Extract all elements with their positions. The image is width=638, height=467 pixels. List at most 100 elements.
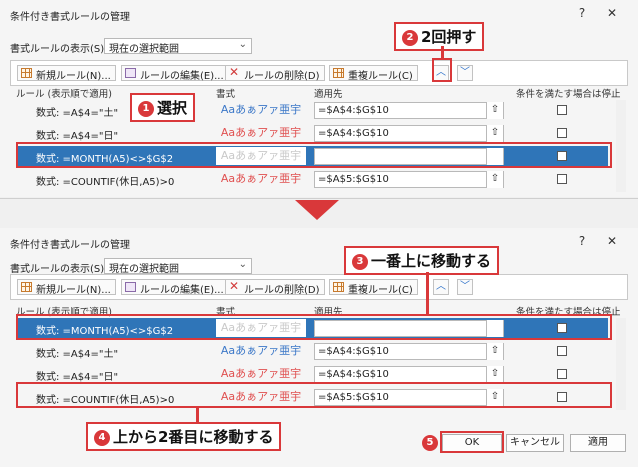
show-rules-select[interactable]: 現在の選択範囲 ⌄ (104, 258, 252, 275)
format-preview: Aaあぁアァ亜宇 (220, 172, 302, 185)
move-up-highlight (432, 58, 452, 82)
step2-badge: 2 (402, 29, 418, 46)
edit-rule-icon (125, 68, 136, 78)
applies-to-field[interactable]: =$A$4:$G$10 ⇧ (314, 366, 504, 383)
applies-to-field[interactable]: =$A$4:$G$10 ⇧ (314, 125, 504, 142)
duplicate-rule-icon (333, 68, 344, 78)
duplicate-rule-button[interactable]: 重複ルール(C) (329, 65, 418, 82)
edit-rule-button[interactable]: ルールの編集(E)... (121, 65, 229, 82)
applies-to-field[interactable]: =$A$4:$G$10 ⇧ (314, 102, 504, 119)
edit-rule-label: ルールの編集(E)... (140, 285, 224, 296)
duplicate-rule-label: 重複ルール(C) (348, 71, 413, 82)
duplicate-rule-icon (333, 282, 344, 292)
close-button[interactable]: ✕ (604, 6, 620, 20)
move-down-button[interactable]: ﹀ (457, 65, 473, 81)
rules-scrollbar[interactable] (616, 318, 626, 410)
arrow-up-icon: ︿ (436, 281, 446, 292)
stop-if-true-checkbox[interactable] (557, 369, 567, 379)
move-down-button[interactable]: ﹀ (457, 279, 473, 295)
selected-rule-highlight (16, 142, 612, 168)
dialog-title: 条件付き書式ルールの管理 (10, 12, 130, 23)
new-rule-icon (21, 282, 32, 292)
delete-rule-label: ルールの削除(D) (244, 285, 320, 296)
new-rule-icon (21, 68, 32, 78)
rule-row[interactable]: 数式: =A$4="土" Aaあぁアァ亜宇 =$A$4:$G$10 ⇧ (16, 100, 608, 122)
step5-badge: 5 (422, 434, 438, 451)
move-up-button[interactable]: ︿ (433, 279, 449, 295)
applies-to-field[interactable]: =$A$5:$G$10 ⇧ (314, 171, 504, 188)
close-button[interactable]: ✕ (604, 234, 620, 248)
duplicate-rule-label: 重複ルール(C) (348, 285, 413, 296)
rule-row[interactable]: 数式: =COUNTIF(休日,A5)>0 Aaあぁアァ亜宇 =$A$5:$G$10… (16, 169, 608, 191)
delete-icon: ✕ (229, 65, 240, 79)
edit-rule-icon (125, 282, 136, 292)
rule-text: 数式: =A$4="日" (36, 372, 119, 383)
dialog-title: 条件付き書式ルールの管理 (10, 240, 130, 251)
delete-rule-label: ルールの削除(D) (244, 71, 320, 82)
step3-connector (426, 272, 429, 314)
step1-badge: 1 (138, 100, 154, 117)
edit-rule-label: ルールの編集(E)... (140, 71, 224, 82)
col-stop-if-true: 条件を満たす場合は停止 (516, 89, 621, 100)
cancel-button[interactable]: キャンセル (506, 434, 564, 452)
edit-rule-button[interactable]: ルールの編集(E)... (121, 279, 229, 296)
new-rule-button[interactable]: 新規ルール(N)... (17, 65, 116, 82)
rule-text: 数式: =A$4="土" (36, 108, 119, 119)
stop-if-true-checkbox[interactable] (557, 128, 567, 138)
help-button[interactable]: ? (574, 6, 590, 20)
chevron-down-icon: ⌄ (238, 259, 247, 270)
step1-callout: 1 選択 (130, 93, 196, 122)
rules-toolbar: 新規ルール(N)... ルールの編集(E)... ✕ ルールの削除(D) 重複ル… (10, 60, 628, 86)
applies-to-value: =$A$4:$G$10 (318, 369, 389, 380)
applies-to-value: =$A$4:$G$10 (318, 346, 389, 357)
arrow-down-icon: ﹀ (460, 67, 470, 78)
arrow-down-icon: ﹀ (460, 281, 470, 292)
col-format: 書式 (216, 89, 236, 100)
section-divider (0, 198, 638, 199)
rules-scrollbar[interactable] (616, 100, 626, 192)
range-select-icon[interactable]: ⇧ (486, 125, 503, 142)
show-rules-label: 書式ルールの表示(S): (10, 264, 108, 275)
applies-to-value: =$A$5:$G$10 (318, 174, 389, 185)
format-preview: Aaあぁアァ亜宇 (220, 103, 302, 116)
show-rules-value: 現在の選択範囲 (109, 44, 179, 55)
applies-to-field[interactable]: =$A$4:$G$10 ⇧ (314, 343, 504, 360)
rule-text: 数式: =A$4="日" (36, 131, 119, 142)
new-rule-label: 新規ルール(N)... (36, 71, 111, 82)
range-select-icon[interactable]: ⇧ (486, 343, 503, 360)
ok-highlight (440, 431, 504, 453)
duplicate-rule-button[interactable]: 重複ルール(C) (329, 279, 418, 296)
show-rules-label: 書式ルールの表示(S): (10, 44, 108, 55)
step4-callout: 4 上から2番目に移動する (86, 422, 282, 451)
step4-badge: 4 (94, 429, 110, 446)
step1-text: 選択 (157, 99, 188, 117)
step4-text: 上から2番目に移動する (113, 428, 274, 446)
format-preview: Aaあぁアァ亜宇 (220, 344, 302, 357)
range-select-icon[interactable]: ⇧ (486, 366, 503, 383)
step3-callout: 3 一番上に移動する (344, 246, 500, 275)
rule-row[interactable]: 数式: =A$4="土" Aaあぁアァ亜宇 =$A$4:$G$10 ⇧ (16, 341, 608, 363)
step5-marker: 5 (422, 433, 441, 451)
stop-if-true-checkbox[interactable] (557, 174, 567, 184)
moved-second-rule-highlight (16, 382, 612, 408)
format-preview: Aaあぁアァ亜宇 (220, 367, 302, 380)
delete-rule-button[interactable]: ✕ ルールの削除(D) (225, 279, 325, 296)
new-rule-button[interactable]: 新規ルール(N)... (17, 279, 116, 296)
step4-connector (196, 408, 199, 422)
apply-button[interactable]: 適用 (570, 434, 626, 452)
help-button[interactable]: ? (574, 234, 590, 248)
col-applies-to: 適用先 (314, 89, 343, 100)
stop-if-true-checkbox[interactable] (557, 105, 567, 115)
stop-if-true-checkbox[interactable] (557, 346, 567, 356)
col-rule: ルール (表示順で適用) (16, 89, 112, 100)
range-select-icon[interactable]: ⇧ (486, 171, 503, 188)
step2-connector (441, 46, 444, 58)
show-rules-select[interactable]: 現在の選択範囲 ⌄ (104, 38, 252, 55)
delete-icon: ✕ (229, 279, 240, 293)
down-arrow-icon (295, 200, 339, 220)
range-select-icon[interactable]: ⇧ (486, 102, 503, 119)
applies-to-value: =$A$4:$G$10 (318, 128, 389, 139)
chevron-down-icon: ⌄ (238, 39, 247, 50)
applies-to-value: =$A$4:$G$10 (318, 105, 389, 116)
delete-rule-button[interactable]: ✕ ルールの削除(D) (225, 65, 325, 82)
